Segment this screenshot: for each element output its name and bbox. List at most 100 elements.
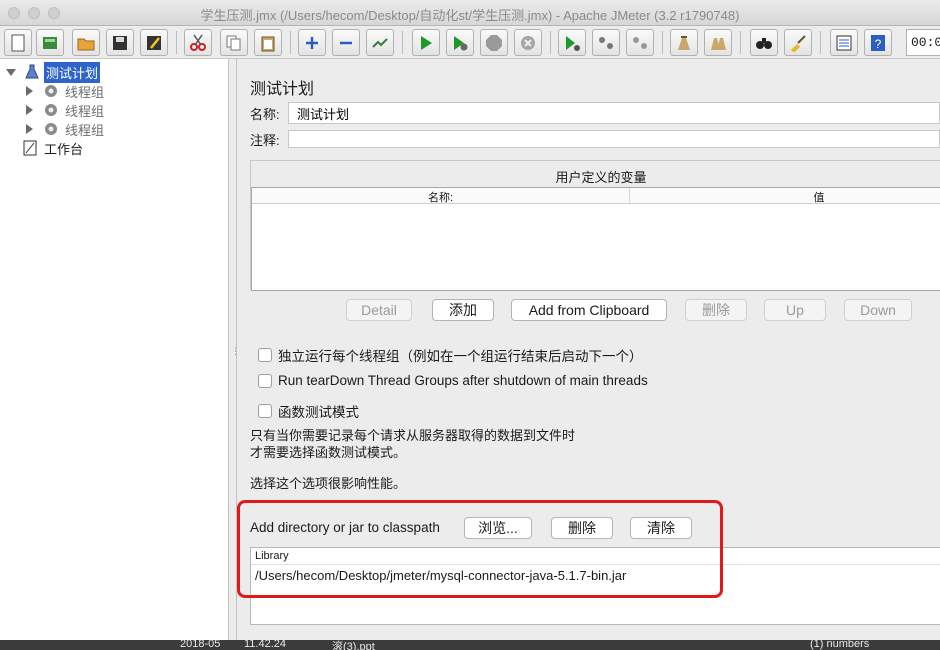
functional-mode-label[interactable]: 函数测试模式 [278,401,359,421]
templates-icon [43,36,57,49]
stop-button[interactable] [480,29,508,56]
elapsed-timer: 00:0 [906,29,940,56]
teardown-option[interactable]: Run tearDown Thread Groups after shutdow… [258,373,648,388]
comment-row: 注释: [250,128,940,150]
remote-start-button[interactable] [558,29,586,56]
tree-node-label[interactable]: 工作台 [44,139,83,158]
tree-node-label[interactable]: 测试计划 [44,61,101,83]
open-button[interactable] [72,29,100,56]
remote-shutdown-button[interactable] [626,29,654,56]
tree-node-label[interactable]: 线程组 [65,101,104,120]
expand-arrow-icon[interactable] [6,68,16,76]
templates-button[interactable] [36,29,64,56]
save-icon [113,35,127,50]
move-down-button[interactable]: Down [844,299,912,321]
teardown-label[interactable]: Run tearDown Thread Groups after shutdow… [278,373,648,388]
panel-title: 测试计划 [250,81,315,98]
user-variables-table[interactable]: 名称: 值 [251,187,940,291]
shutdown-icon [521,35,535,50]
new-icon [11,34,25,51]
remote-stop-button[interactable] [592,29,620,56]
add-from-clipboard-button[interactable]: Add from Clipboard [511,299,667,321]
start-button[interactable] [412,29,440,56]
functional-mode-option[interactable]: 函数测试模式 [258,401,359,421]
svg-text:?: ? [875,37,882,51]
detail-button[interactable]: Detail [346,299,412,321]
column-header-value[interactable]: 值 [630,188,940,204]
search-button[interactable] [750,29,778,56]
tree-node-workbench[interactable]: 工作台 [22,139,83,157]
name-input[interactable] [288,102,940,124]
start-icon [421,35,432,50]
function-helper-icon [836,35,852,50]
cut-icon [190,34,206,51]
clear-all-button[interactable] [704,29,732,56]
test-plan-icon [25,64,39,79]
window-title: 学生压测.jmx (/Users/hecom/Desktop/自动化st/学生压… [200,8,740,23]
move-up-button[interactable]: Up [764,299,826,321]
annotation-highlight-box [237,500,723,598]
paste-icon [261,36,275,51]
tree-node-test-plan[interactable]: 测试计划 [6,61,101,83]
clear-button[interactable] [670,29,698,56]
clear-icon [678,35,690,50]
collapsed-arrow-icon[interactable] [26,105,33,115]
add-button[interactable]: 添加 [432,299,494,321]
expand-all-button[interactable] [298,29,326,56]
collapsed-arrow-icon[interactable] [26,124,33,134]
gear-icon [45,123,57,135]
save-as-button[interactable] [140,29,168,56]
remote-start-icon [566,35,580,51]
serialize-label[interactable]: 独立运行每个线程组（例如在一个组运行结束后启动下一个） [278,345,643,365]
remote-shutdown-icon [633,36,647,49]
save-button[interactable] [106,29,134,56]
start-no-pause-icon [454,35,468,50]
user-variables-section: 用户定义的变量 名称: 值 [250,160,940,291]
delete-variable-button[interactable]: 删除 [685,299,747,321]
stop-icon [486,34,502,51]
help-icon: ? [871,34,885,51]
desktop-item-time: 11.42.24 [244,640,287,650]
test-plan-tree[interactable]: 测试计划 线程组 线程组 线程组 工作台 [0,59,229,640]
start-no-pause-button[interactable] [446,29,474,56]
new-button[interactable] [4,29,32,56]
help-button[interactable]: ? [864,29,892,56]
desktop-item-file: 滚(3).ppt [332,641,375,650]
functional-mode-checkbox[interactable] [258,404,272,418]
shutdown-button[interactable] [514,29,542,56]
copy-icon [226,35,241,50]
reset-search-button[interactable] [784,29,812,56]
collapse-all-button[interactable] [332,29,360,56]
clear-all-icon [711,37,726,50]
paste-button[interactable] [254,29,282,56]
serialize-thread-groups-option[interactable]: 独立运行每个线程组（例如在一个组运行结束后启动下一个） [258,345,643,365]
reset-search-icon [791,34,806,52]
table-header: 名称: 值 [252,188,940,204]
save-as-icon [147,35,161,50]
toggle-icon [372,37,388,48]
serialize-checkbox[interactable] [258,348,272,362]
tree-node-label[interactable]: 线程组 [65,120,104,139]
desktop-item-date: 2018-05 [180,640,221,650]
collapse-icon [340,41,352,44]
tree-node-label[interactable]: 线程组 [65,82,104,101]
name-label: 名称: [250,106,280,122]
copy-button[interactable] [220,29,248,56]
expand-icon [306,36,318,49]
tree-node-thread-group[interactable]: 线程组 [26,101,104,119]
window-titlebar: 学生压测.jmx (/Users/hecom/Desktop/自动化st/学生压… [0,0,940,26]
column-header-name[interactable]: 名称: [252,188,630,204]
tree-node-thread-group[interactable]: 线程组 [26,82,104,100]
background-desktop-strip: 2018-05 11.42.24 滚(3).ppt (1) numbers [0,640,940,650]
performance-note: 选择这个选项很影响性能。 [250,476,407,491]
tree-node-thread-group[interactable]: 线程组 [26,120,104,138]
open-icon [77,38,95,50]
functional-note-line2: 才需要选择函数测试模式。 [250,445,407,460]
cut-button[interactable] [184,29,212,56]
teardown-checkbox[interactable] [258,373,272,388]
function-helper-button[interactable] [830,29,858,56]
comment-input[interactable] [288,130,940,148]
toggle-button[interactable] [366,29,394,56]
collapsed-arrow-icon[interactable] [26,86,33,96]
search-icon [756,37,772,49]
